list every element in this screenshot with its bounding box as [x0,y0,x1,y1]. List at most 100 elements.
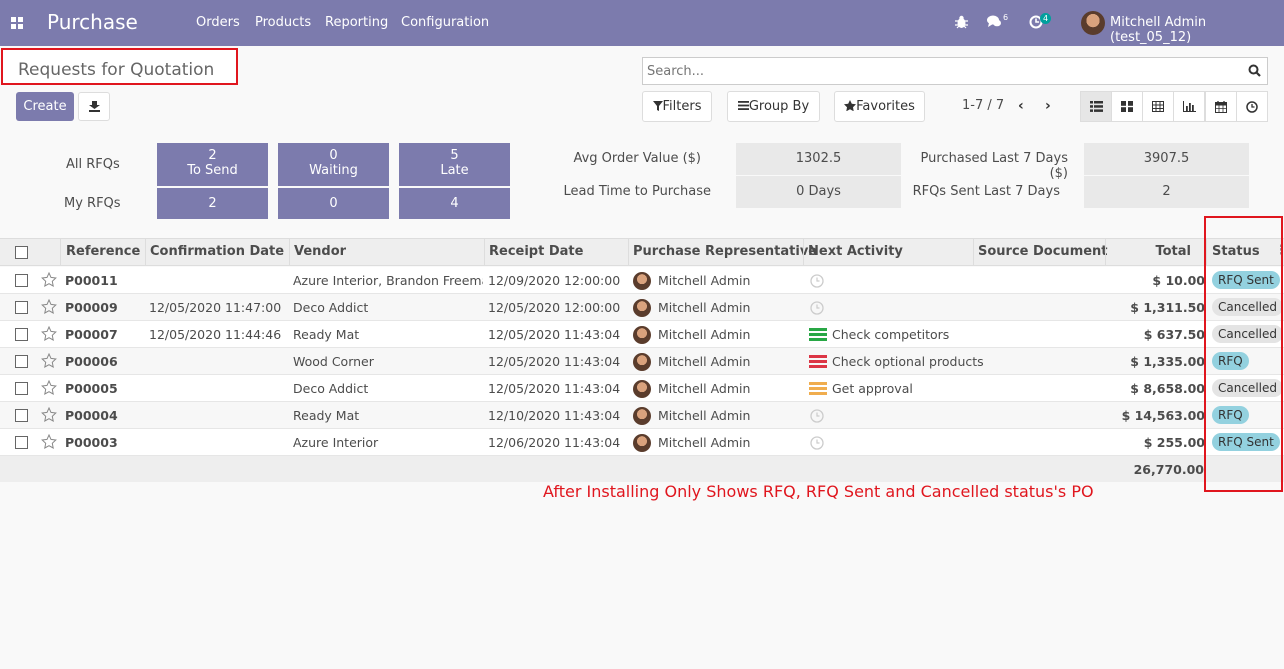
col-confirmation-date[interactable]: Confirmation Date [150,244,284,259]
menu-reporting[interactable]: Reporting [325,15,388,30]
col-purchase-rep[interactable]: Purchase Representative [633,244,817,259]
group-by-label: Group By [748,99,810,114]
cell-vendor: Ready Mat [293,408,360,423]
activity-clock-icon[interactable] [810,409,824,423]
row-checkbox[interactable] [15,301,28,314]
priority-star-icon[interactable] [41,272,57,287]
group-by-button[interactable]: Group By [727,91,820,122]
list-view-icon [1090,101,1103,112]
messages-icon[interactable] [987,15,1001,28]
user-avatar[interactable] [1081,11,1105,35]
priority-star-icon[interactable] [41,353,57,368]
table-row[interactable]: P00009 12/05/2020 11:47:00 Deco Addict 12/0… [0,294,1284,321]
cell-purchase-rep: Mitchell Admin [658,273,751,288]
apps-grid-icon[interactable] [11,17,23,29]
lead-time-value: 0 Days [736,176,901,208]
dash-late-all[interactable]: 5 Late [399,143,510,186]
cell-total: $ 1,311.50 [1130,300,1205,315]
search-icon[interactable] [1248,64,1261,81]
app-title[interactable]: Purchase [47,10,138,34]
cell-receipt-date: 12/05/2020 11:43:04 [488,327,621,342]
favorites-button[interactable]: Favorites [834,91,925,122]
group-by-icon [737,101,749,110]
waiting-label: Waiting [309,163,358,178]
dash-waiting-mine[interactable]: 0 [278,188,389,219]
col-reference[interactable]: Reference [66,244,140,259]
col-next-activity[interactable]: Next Activity [808,244,903,259]
menu-configuration[interactable]: Configuration [401,15,489,30]
row-checkbox[interactable] [15,382,28,395]
export-button[interactable] [78,92,110,121]
activity-clock-icon[interactable] [810,274,824,288]
pager-next-icon[interactable]: › [1045,98,1051,114]
calendar-view-button[interactable] [1205,91,1237,122]
activities-count: 4 [1040,13,1052,24]
bug-icon[interactable] [955,15,968,29]
cell-vendor: Deco Addict [293,300,369,315]
activity-status-icon[interactable] [809,355,827,369]
filters-button[interactable]: Filters [642,91,712,122]
priority-star-icon[interactable] [41,407,57,422]
activity-status-icon[interactable] [809,382,827,396]
activity-clock-icon[interactable] [810,436,824,450]
create-button[interactable]: Create [16,92,74,121]
priority-star-icon[interactable] [41,326,57,341]
cell-reference: P00003 [65,435,118,450]
avatar [633,434,651,452]
star-icon [844,100,857,112]
cell-receipt-date: 12/05/2020 11:43:04 [488,381,621,396]
user-menu[interactable]: Mitchell Admin (test_05_12) [1110,15,1284,45]
table-row[interactable]: P00004 Ready Mat 12/10/2020 11:43:04 Mitche… [0,402,1284,429]
activity-view-button[interactable] [1236,91,1268,122]
dash-to-send-all[interactable]: 2 To Send [157,143,268,186]
cell-receipt-date: 12/10/2020 11:43:04 [488,408,621,423]
avatar [633,407,651,425]
cell-purchase-rep: Mitchell Admin [658,354,751,369]
pager-previous-icon[interactable]: ‹ [1018,98,1024,114]
dash-waiting-all[interactable]: 0 Waiting [278,143,389,186]
cell-total: $ 8,658.00 [1130,381,1205,396]
priority-star-icon[interactable] [41,380,57,395]
pager-value[interactable]: 1-7 / 7 [962,98,1004,113]
pivot-view-button[interactable] [1142,91,1174,122]
menu-products[interactable]: Products [255,15,311,30]
calendar-view-icon [1215,101,1227,113]
cell-receipt-date: 12/05/2020 11:43:04 [488,354,621,369]
table-row[interactable]: P00011 Azure Interior, Brandon Freeman 12/… [0,267,1284,294]
cell-total: $ 255.00 [1143,435,1205,450]
cell-purchase-rep: Mitchell Admin [658,327,751,342]
cell-reference: P00011 [65,273,118,288]
row-checkbox[interactable] [15,355,28,368]
col-vendor[interactable]: Vendor [294,244,346,259]
dash-to-send-mine[interactable]: 2 [157,188,268,219]
graph-view-button[interactable] [1173,91,1205,122]
priority-star-icon[interactable] [41,299,57,314]
col-source-document[interactable]: Source Document [978,244,1108,259]
cell-purchase-rep: Mitchell Admin [658,381,751,396]
select-all-checkbox[interactable] [15,246,28,259]
list-view-button[interactable] [1080,91,1112,122]
activity-clock-icon[interactable] [810,301,824,315]
avatar [633,272,651,290]
priority-star-icon[interactable] [41,434,57,449]
cell-total: $ 14,563.00 [1121,408,1205,423]
table-row[interactable]: P00007 12/05/2020 11:44:46 Ready Mat 12/05/… [0,321,1284,348]
col-receipt-date[interactable]: Receipt Date [489,244,583,259]
activity-status-icon[interactable] [809,328,827,342]
col-total[interactable]: Total [1105,244,1191,259]
row-checkbox[interactable] [15,409,28,422]
dash-late-mine[interactable]: 4 [399,188,510,219]
row-checkbox[interactable] [15,436,28,449]
table-row[interactable]: P00006 Wood Corner 12/05/2020 11:43:04 Mitc… [0,348,1284,375]
row-checkbox[interactable] [15,328,28,341]
graph-view-icon [1183,101,1196,112]
row-checkbox[interactable] [15,274,28,287]
to-send-label: To Send [187,163,238,178]
search-input[interactable] [647,61,1237,81]
table-row[interactable]: P00003 Azure Interior 12/06/2020 11:43:04 M… [0,429,1284,456]
kanban-view-button[interactable] [1111,91,1143,122]
cell-vendor: Azure Interior, Brandon Freeman [293,273,483,288]
table-row[interactable]: P00005 Deco Addict 12/05/2020 11:43:04 Mitc… [0,375,1284,402]
cell-next-activity: Check competitors [832,327,950,342]
menu-orders[interactable]: Orders [196,15,240,30]
